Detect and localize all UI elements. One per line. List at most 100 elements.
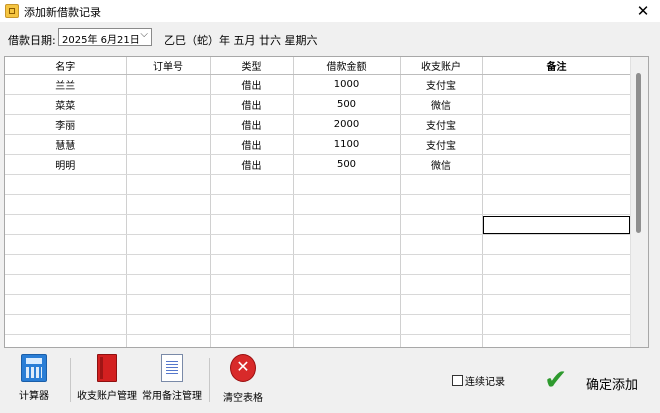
cell-remark[interactable] [482, 334, 632, 347]
cell-name[interactable]: 兰兰 [5, 74, 127, 95]
cell-amount[interactable] [293, 334, 401, 347]
table-row-empty[interactable] [5, 314, 632, 335]
cell-type[interactable]: 借出 [210, 134, 294, 155]
cell-order[interactable] [126, 314, 211, 335]
cell-remark[interactable] [482, 234, 632, 255]
cell-account[interactable] [400, 274, 483, 295]
cell-amount[interactable] [293, 174, 401, 195]
cell-name[interactable]: 明明 [5, 154, 127, 175]
date-picker[interactable]: 2025年 6月21日 ⌵ [58, 28, 152, 46]
calculator-button[interactable]: 计算器 [14, 354, 54, 402]
cell-amount[interactable] [293, 214, 401, 235]
cell-type[interactable] [210, 234, 294, 255]
cell-account[interactable] [400, 194, 483, 215]
cell-type[interactable] [210, 294, 294, 315]
record-grid[interactable]: 名字 订单号 类型 借款金额 收支账户 备注 兰兰 借出 1000 支付宝 菜菜 借出 50… [4, 56, 649, 348]
cell-name[interactable] [5, 174, 127, 195]
cell-order[interactable] [126, 194, 211, 215]
cell-amount[interactable] [293, 274, 401, 295]
table-row[interactable]: 李丽 借出 2000 支付宝 [5, 114, 632, 135]
cell-remark[interactable] [482, 174, 632, 195]
cell-type[interactable]: 借出 [210, 114, 294, 135]
cell-account[interactable]: 微信 [400, 154, 483, 175]
cell-order[interactable] [126, 134, 211, 155]
cell-remark[interactable] [482, 214, 632, 235]
cell-account[interactable] [400, 314, 483, 335]
column-header-order[interactable]: 订单号 [126, 57, 211, 75]
cell-order[interactable] [126, 74, 211, 95]
table-row[interactable]: 慧慧 借出 1100 支付宝 [5, 134, 632, 155]
cell-order[interactable] [126, 254, 211, 275]
table-row[interactable]: 菜菜 借出 500 微信 [5, 94, 632, 115]
cell-name[interactable] [5, 254, 127, 275]
cell-order[interactable] [126, 94, 211, 115]
cell-account[interactable]: 微信 [400, 94, 483, 115]
cell-amount[interactable]: 500 [293, 154, 401, 175]
column-header-remark[interactable]: 备注 [482, 57, 632, 75]
cell-name[interactable] [5, 334, 127, 347]
table-row-empty[interactable] [5, 214, 632, 235]
cell-type[interactable] [210, 174, 294, 195]
cell-account[interactable] [400, 234, 483, 255]
cell-order[interactable] [126, 294, 211, 315]
cell-remark[interactable] [482, 194, 632, 215]
column-header-account[interactable]: 收支账户 [400, 57, 483, 75]
chevron-down-icon[interactable]: ⌵ [140, 29, 148, 40]
cell-amount[interactable]: 2000 [293, 114, 401, 135]
cell-amount[interactable] [293, 314, 401, 335]
cell-account[interactable] [400, 254, 483, 275]
cell-remark[interactable] [482, 254, 632, 275]
cell-order[interactable] [126, 334, 211, 347]
cell-type[interactable] [210, 214, 294, 235]
table-row[interactable]: 兰兰 借出 1000 支付宝 [5, 74, 632, 95]
column-header-amount[interactable]: 借款金额 [293, 57, 401, 75]
cell-type[interactable]: 借出 [210, 154, 294, 175]
table-row-empty[interactable] [5, 194, 632, 215]
cell-name[interactable]: 李丽 [5, 114, 127, 135]
cell-name[interactable] [5, 314, 127, 335]
cell-amount[interactable]: 1100 [293, 134, 401, 155]
cell-account[interactable] [400, 214, 483, 235]
cell-order[interactable] [126, 274, 211, 295]
cell-amount[interactable] [293, 194, 401, 215]
cell-name[interactable] [5, 294, 127, 315]
cell-name[interactable]: 慧慧 [5, 134, 127, 155]
table-row-empty[interactable] [5, 254, 632, 275]
cell-amount[interactable]: 1000 [293, 74, 401, 95]
checkbox-box[interactable] [452, 375, 463, 386]
cell-order[interactable] [126, 234, 211, 255]
table-row-empty[interactable] [5, 334, 632, 347]
cell-remark[interactable] [482, 154, 632, 175]
cell-amount[interactable] [293, 294, 401, 315]
cell-remark[interactable] [482, 74, 632, 95]
cell-name[interactable] [5, 274, 127, 295]
cell-remark[interactable] [482, 274, 632, 295]
scrollbar-thumb[interactable] [636, 73, 641, 233]
cell-name[interactable] [5, 214, 127, 235]
column-header-type[interactable]: 类型 [210, 57, 294, 75]
cell-type[interactable] [210, 274, 294, 295]
cell-amount[interactable] [293, 234, 401, 255]
cell-order[interactable] [126, 154, 211, 175]
cell-remark[interactable] [482, 114, 632, 135]
table-row-empty[interactable] [5, 294, 632, 315]
cell-order[interactable] [126, 174, 211, 195]
cell-account[interactable]: 支付宝 [400, 114, 483, 135]
table-row-empty[interactable] [5, 234, 632, 255]
cell-remark[interactable] [482, 94, 632, 115]
continuous-record-checkbox[interactable]: 连续记录 [452, 373, 505, 388]
cell-amount[interactable]: 500 [293, 94, 401, 115]
cell-amount[interactable] [293, 254, 401, 275]
close-icon[interactable]: ✕ [634, 2, 652, 20]
cell-type[interactable] [210, 254, 294, 275]
account-management-button[interactable]: 收支账户管理 [76, 354, 138, 402]
table-row[interactable]: 明明 借出 500 微信 [5, 154, 632, 175]
vertical-scrollbar[interactable] [630, 57, 648, 347]
cell-name[interactable] [5, 234, 127, 255]
cell-type[interactable] [210, 334, 294, 347]
cell-type[interactable]: 借出 [210, 94, 294, 115]
cell-account[interactable] [400, 294, 483, 315]
cell-type[interactable] [210, 194, 294, 215]
cell-remark[interactable] [482, 134, 632, 155]
column-header-name[interactable]: 名字 [5, 57, 127, 75]
